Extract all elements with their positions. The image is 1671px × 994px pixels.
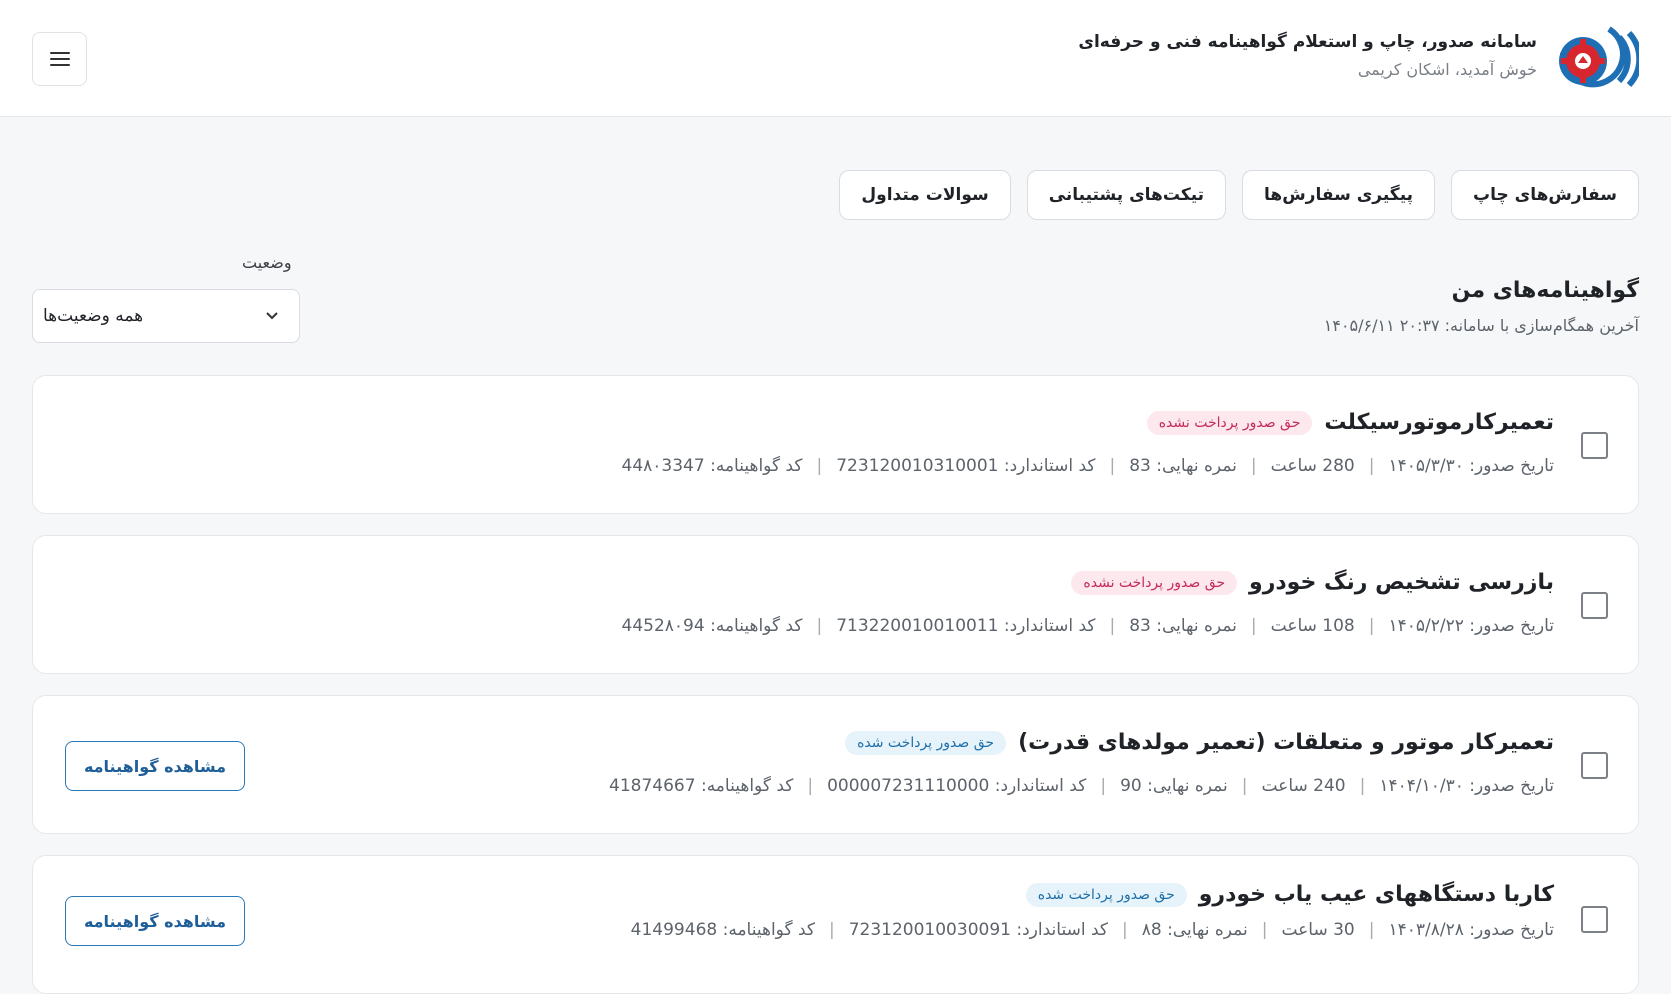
final-score-label: نمره نهایی: — [1156, 616, 1237, 636]
certificate-header: کاربا دستگاههای عیب یاب خودرو حق صدور پر… — [1025, 882, 1554, 907]
cert-code-value: 44۸۰3347 — [621, 456, 705, 476]
status-filter-value: همه وضعیت‌ها — [43, 306, 144, 326]
hours-unit: ساعت — [1270, 456, 1317, 476]
menu-button[interactable] — [32, 32, 87, 86]
app-title: سامانه صدور، چاپ و استعلام گواهینامه فنی… — [1078, 32, 1537, 52]
hours-unit: ساعت — [1270, 616, 1317, 636]
hours-value: 280 — [1322, 456, 1355, 476]
cert-code-label: کد گواهینامه: — [710, 456, 803, 476]
certificate-title: تعمیرکار موتور و متعلقات (تعمیر مولدهای … — [1018, 730, 1554, 755]
certificate-title: بازرسی تشخیص رنگ خودرو — [1249, 570, 1554, 595]
issue-date-value: ۱۴۰۵/۲/۲۲ — [1388, 616, 1464, 636]
hours-unit: ساعت — [1281, 920, 1328, 940]
certificate-meta: تاریخ صدور: ۱۴۰۴/۱۰/۳۰ | 240 ساعت | نمره… — [609, 776, 1554, 796]
issue-date-label: تاریخ صدور: — [1469, 616, 1554, 636]
standard-code-value: 000007231110000 — [827, 776, 990, 796]
tab-support-tickets[interactable]: تیکت‌های پشتیبانی — [1026, 170, 1227, 220]
view-certificate-button[interactable]: مشاهده گواهینامه — [65, 741, 245, 791]
nav-tabs: سفارش‌های چاپ پیگیری سفارش‌ها تیکت‌های پ… — [839, 170, 1639, 220]
final-score-value: 83 — [1129, 456, 1151, 476]
certificate-title: تعمیرکارموتورسیکلت — [1324, 410, 1554, 435]
final-score-value: ۸8 — [1141, 920, 1162, 940]
tab-faq[interactable]: سوالات متداول — [839, 170, 1011, 220]
organization-logo — [1547, 23, 1643, 95]
certificate-card: تعمیرکارموتورسیکلت حق صدور پرداخت نشده ت… — [32, 375, 1639, 514]
cert-code-value: 4452۸۰94 — [621, 616, 705, 636]
issue-date-value: ۱۴۰۵/۳/۳۰ — [1388, 456, 1464, 476]
issue-date-label: تاریخ صدور: — [1469, 776, 1554, 796]
certificate-card: بازرسی تشخیص رنگ خودرو حق صدور پرداخت نش… — [32, 535, 1639, 674]
hours-value: 30 — [1333, 920, 1355, 940]
standard-code-label: کد استاندارد: — [1003, 456, 1096, 476]
certificate-meta: تاریخ صدور: ۱۴۰۵/۳/۳۰ | 280 ساعت | نمره … — [621, 456, 1554, 476]
certificate-checkbox[interactable] — [1581, 432, 1608, 459]
certificate-title: کاربا دستگاههای عیب یاب خودرو — [1198, 882, 1554, 907]
final-score-value: 90 — [1120, 776, 1142, 796]
welcome-text: خوش آمدید، اشکان کریمی — [1357, 60, 1537, 79]
issue-date-value: ۱۴۰۳/۸/۲۸ — [1388, 920, 1464, 940]
top-bar: سامانه صدور، چاپ و استعلام گواهینامه فنی… — [0, 0, 1671, 117]
tab-order-tracking[interactable]: پیگیری سفارش‌ها — [1242, 170, 1436, 220]
payment-status-badge: حق صدور پرداخت شده — [1025, 882, 1187, 907]
status-filter-select[interactable]: همه وضعیت‌ها — [32, 289, 300, 343]
certificate-header: بازرسی تشخیص رنگ خودرو حق صدور پرداخت نش… — [1071, 570, 1554, 595]
issue-date-label: تاریخ صدور: — [1469, 456, 1554, 476]
cert-code-value: 41874667 — [609, 776, 696, 796]
certificate-card: تعمیرکار موتور و متعلقات (تعمیر مولدهای … — [32, 695, 1639, 834]
certificate-card: کاربا دستگاههای عیب یاب خودرو حق صدور پر… — [32, 855, 1639, 994]
final-score-label: نمره نهایی: — [1156, 456, 1237, 476]
standard-code-value: 713220010010011 — [836, 616, 999, 636]
standard-code-label: کد استاندارد: — [1003, 616, 1096, 636]
standard-code-label: کد استاندارد: — [994, 776, 1087, 796]
final-score-label: نمره نهایی: — [1167, 920, 1248, 940]
final-score-value: 83 — [1129, 616, 1151, 636]
hours-value: 108 — [1322, 616, 1355, 636]
payment-status-badge: حق صدور پرداخت نشده — [1071, 570, 1238, 595]
issue-date-label: تاریخ صدور: — [1469, 920, 1554, 940]
certificate-checkbox[interactable] — [1581, 592, 1608, 619]
payment-status-badge: حق صدور پرداخت نشده — [1146, 410, 1313, 435]
status-filter-label: وضعیت — [242, 253, 292, 272]
last-sync-text: آخرین همگام‌سازی با سامانه: ۲۰:۳۷ ۱۴۰۵/۶… — [1323, 316, 1639, 335]
certificate-checkbox[interactable] — [1581, 752, 1608, 779]
standard-code-value: 723120010310001 — [836, 456, 999, 476]
hours-value: 240 — [1313, 776, 1346, 796]
tab-print-orders[interactable]: سفارش‌های چاپ — [1451, 170, 1639, 220]
certificate-meta: تاریخ صدور: ۱۴۰۳/۸/۲۸ | 30 ساعت | نمره ن… — [630, 920, 1554, 940]
certificate-header: تعمیرکارموتورسیکلت حق صدور پرداخت نشده — [1146, 410, 1554, 435]
issue-date-value: ۱۴۰۴/۱۰/۳۰ — [1379, 776, 1464, 796]
chevron-down-icon — [266, 312, 278, 320]
hours-unit: ساعت — [1261, 776, 1308, 796]
hamburger-icon — [49, 52, 70, 66]
certificate-meta: تاریخ صدور: ۱۴۰۵/۲/۲۲ | 108 ساعت | نمره … — [621, 616, 1554, 636]
standard-code-label: کد استاندارد: — [1016, 920, 1108, 940]
final-score-label: نمره نهایی: — [1147, 776, 1228, 796]
page-title: گواهینامه‌های من — [1451, 278, 1639, 303]
payment-status-badge: حق صدور پرداخت شده — [845, 730, 1007, 755]
standard-code-value: 723120010030091 — [848, 920, 1011, 940]
certificate-header: تعمیرکار موتور و متعلقات (تعمیر مولدهای … — [845, 730, 1554, 755]
cert-code-label: کد گواهینامه: — [700, 776, 794, 796]
view-certificate-button[interactable]: مشاهده گواهینامه — [65, 896, 245, 946]
cert-code-value: 41499468 — [630, 920, 718, 940]
cert-code-label: کد گواهینامه: — [722, 920, 815, 940]
certificate-checkbox[interactable] — [1581, 906, 1608, 933]
cert-code-label: کد گواهینامه: — [710, 616, 803, 636]
